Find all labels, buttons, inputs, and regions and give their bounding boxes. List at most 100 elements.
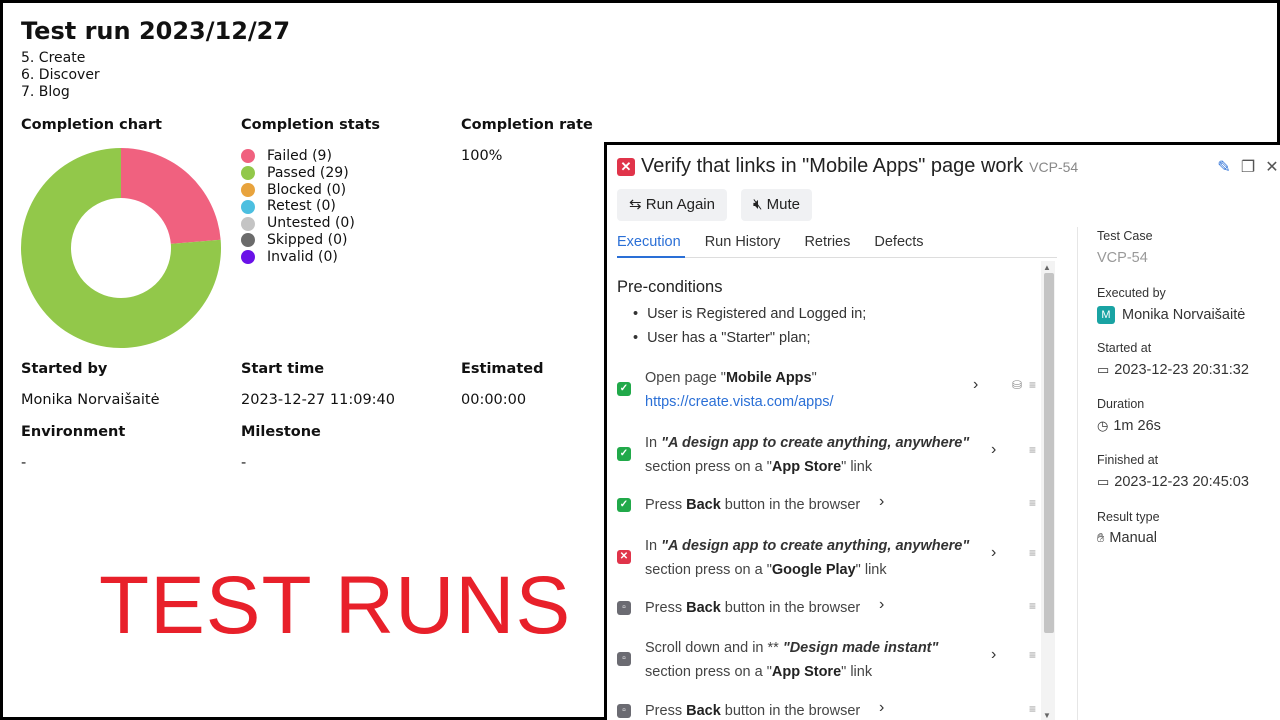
step-details-icon[interactable]: ≡ [1029, 496, 1036, 510]
step-text-part: "A design app to create anything, anywhe… [661, 538, 970, 554]
completion-stats-label: Completion stats [241, 117, 381, 133]
test-case-label: Test Case [1097, 229, 1153, 243]
active-tab-indicator [617, 256, 685, 258]
step-text-part: section press on a " [645, 664, 772, 680]
legend-item: Passed (29) [241, 165, 355, 182]
step-text-part: " link [855, 562, 887, 578]
step-text-part: Open page " [645, 370, 726, 386]
chevron-right-icon[interactable]: › [991, 646, 996, 664]
close-icon[interactable]: ✕ [1263, 157, 1280, 177]
step-text-part: "A design app to create anything, anywhe… [661, 435, 970, 451]
restore-window-icon[interactable]: ❐ [1239, 157, 1257, 177]
step-details-icon[interactable]: ≡ [1029, 546, 1036, 560]
chevron-right-icon[interactable]: › [879, 596, 884, 614]
section-item[interactable]: 7. Blog [21, 84, 100, 101]
tab-run-history[interactable]: Run History [705, 234, 781, 250]
step-text: Press Back button in the browser [645, 699, 860, 720]
overlay-caption: TEST RUNS [99, 560, 572, 651]
milestone-value: - [241, 455, 247, 471]
donut-slice-failed [121, 148, 221, 244]
step-text: Scroll down and in ** "Design made insta… [645, 636, 938, 684]
step-text-part: In [645, 435, 662, 451]
step-status-passed-icon: ✓ [617, 447, 631, 461]
chevron-right-icon[interactable]: › [991, 544, 996, 562]
step-status-failed-icon: ✕ [617, 550, 631, 564]
step-text-part: button in the browser [720, 497, 861, 513]
step-details-icon[interactable]: ≡ [1029, 599, 1036, 613]
duration-text: 1m 26s [1113, 418, 1161, 434]
legend-label: Failed (9) [267, 148, 332, 164]
step-text: Press Back button in the browser [645, 493, 860, 517]
chevron-right-icon[interactable]: › [991, 441, 996, 459]
mute-label: Mute [766, 196, 800, 213]
step-text-part: " [811, 370, 817, 386]
legend-item: Failed (9) [241, 148, 355, 165]
legend-color-dot [241, 166, 255, 181]
result-type-label: Result type [1097, 510, 1160, 524]
calendar-icon: ▭ [1097, 362, 1110, 377]
scroll-down-icon[interactable]: ▼ [1043, 711, 1051, 720]
chevron-right-icon[interactable]: › [973, 376, 978, 394]
environment-label: Environment [21, 424, 126, 440]
completion-stats-legend: Failed (9) Passed (29) Blocked (0) Retest (… [241, 148, 355, 266]
step-details-icon[interactable]: ≡ [1029, 648, 1036, 662]
scroll-up-icon[interactable]: ▲ [1043, 263, 1051, 272]
executed-by-name: Monika Norvaišaitė [1122, 307, 1246, 323]
step-text-part: Press [645, 703, 687, 719]
finished-at-value: ▭ 2023-12-23 20:45:03 [1097, 474, 1249, 490]
step-link[interactable]: https://create.vista.com/apps/ [645, 394, 834, 410]
step-details-icon[interactable]: ≡ [1029, 378, 1036, 392]
scrollbar-thumb[interactable] [1044, 273, 1054, 633]
step-text-part: Press [645, 497, 687, 513]
legend-label: Retest (0) [267, 198, 336, 215]
step-text-part: Mobile Apps [725, 370, 812, 386]
estimated-label: Estimated [461, 361, 544, 377]
legend-color-dot [241, 199, 255, 214]
run-again-button[interactable]: ⇆ Run Again [617, 189, 727, 221]
tab-execution[interactable]: Execution [617, 234, 681, 250]
result-type-text: Manual [1109, 530, 1157, 546]
step-details-icon[interactable]: ≡ [1029, 702, 1036, 716]
mute-button[interactable]: 🔇︎ Mute [741, 189, 812, 221]
section-list: 5. Create 6. Discover 7. Blog [21, 50, 100, 101]
result-type-value: ✋︎ Manual [1097, 530, 1157, 546]
legend-item: Invalid (0) [241, 249, 355, 266]
fail-icon: ✕ [617, 157, 635, 176]
legend-color-dot [241, 250, 255, 265]
finished-at-label: Finished at [1097, 453, 1159, 467]
step-details-icon[interactable]: ≡ [1029, 443, 1036, 457]
legend-label: Skipped (0) [267, 231, 348, 248]
legend-color-dot [241, 233, 255, 248]
chevron-right-icon[interactable]: › [879, 699, 884, 717]
step-status-skipped-icon: ▫ [617, 652, 631, 666]
tab-retries[interactable]: Retries [804, 234, 850, 250]
database-icon[interactable]: ⛁ [1012, 378, 1022, 392]
section-item[interactable]: 5. Create [21, 50, 100, 67]
test-case-title: Verify that links in "Mobile Apps" page … [641, 155, 1024, 177]
started-by-label: Started by [21, 361, 108, 377]
legend-color-dot [241, 182, 255, 197]
step-text-part: button in the browser [720, 703, 861, 719]
executed-by-label: Executed by [1097, 286, 1166, 300]
clock-icon: ◷ [1097, 418, 1109, 433]
legend-label: Untested (0) [267, 215, 355, 232]
test-case-value[interactable]: VCP-54 [1097, 250, 1148, 266]
preconditions-title: Pre-conditions [617, 278, 723, 296]
legend-item: Blocked (0) [241, 182, 355, 199]
panel-tabs: Execution Run History Retries Defects [617, 234, 924, 250]
section-item[interactable]: 6. Discover [21, 67, 100, 84]
calendar-icon: ▭ [1097, 474, 1110, 489]
tab-defects[interactable]: Defects [874, 234, 923, 250]
hand-icon: ✋︎ [1097, 530, 1105, 545]
step-status-passed-icon: ✓ [617, 498, 631, 512]
precondition-item: User has a "Starter" plan; [633, 330, 810, 346]
test-case-id[interactable]: VCP-54 [1029, 159, 1078, 175]
legend-item: Skipped (0) [241, 232, 355, 249]
step-text-part: App Store [771, 664, 842, 680]
chevron-right-icon[interactable]: › [879, 493, 884, 511]
step-text: Open page "Mobile Apps" https://create.vi… [645, 366, 834, 414]
executed-by-value: M Monika Norvaišaitė [1097, 306, 1245, 324]
step-text-part: Back [686, 703, 721, 719]
edit-icon[interactable]: ✎ [1215, 157, 1233, 177]
completion-chart-label: Completion chart [21, 117, 162, 133]
